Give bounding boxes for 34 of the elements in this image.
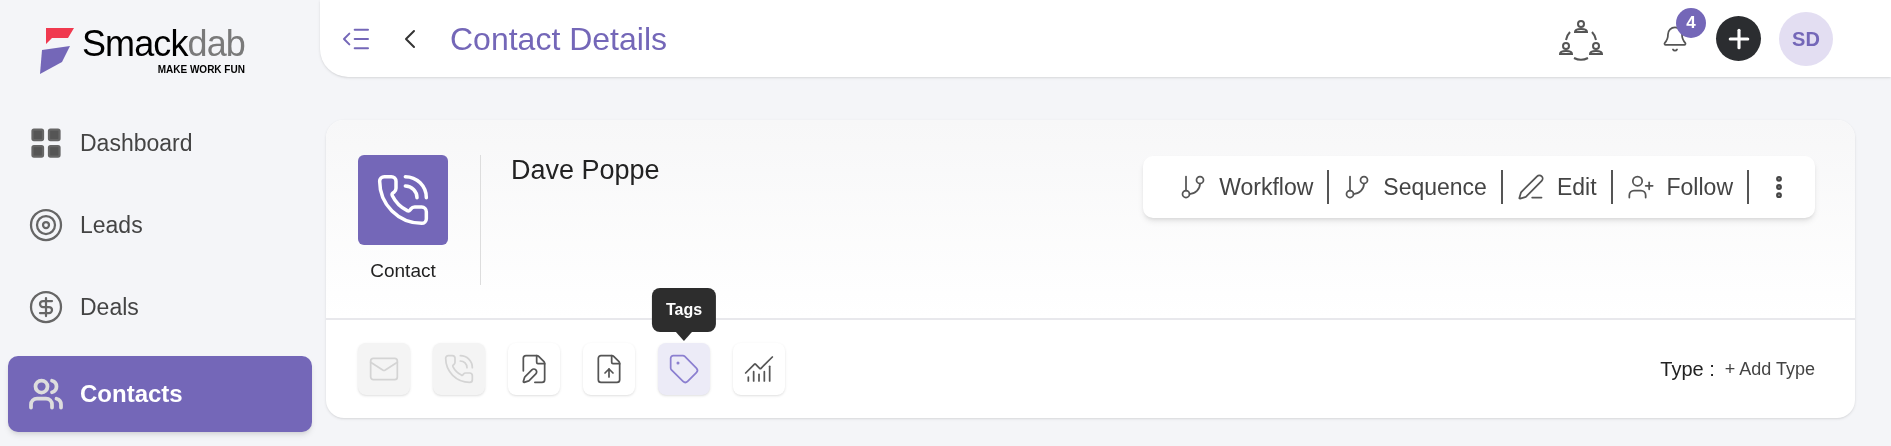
sidebar-item[interactable]: Leads [8,192,312,258]
add-type-link[interactable]: + Add Type [1724,355,1815,383]
phone-icon [443,353,475,385]
people-icon [28,376,64,412]
logo-tagline: MAKE WORK FUN [157,62,245,77]
type-label: Type : [1660,357,1715,382]
page-title: Contact Details [450,19,667,59]
tags-button[interactable] [658,343,710,395]
action-button[interactable]: Follow [1612,169,1747,205]
user-plus-icon [1626,173,1655,201]
action-button[interactable]: Workflow [1165,169,1328,205]
target-icon [28,207,64,243]
action-button[interactable]: Edit [1502,169,1611,205]
tag-icon [668,353,700,385]
notification-badge: 4 [1676,7,1706,38]
upload-button[interactable] [583,343,635,395]
dollar-icon [28,289,64,325]
logo-wordmark: Smackdab [82,25,245,62]
tooltip: Tags [651,288,717,341]
dashboard-icon [28,125,64,161]
record-type: Contact [370,259,436,283]
sidebar-item[interactable]: Deals [8,274,312,340]
chart-icon [743,353,775,385]
action-button[interactable]: Sequence [1329,169,1501,205]
pencil-icon [1516,173,1545,201]
report-button[interactable] [733,343,785,395]
logo-icon [38,28,74,74]
contact-name: Dave Poppe [511,154,660,187]
sidebar-item[interactable]: Contacts [8,356,312,432]
user-avatar[interactable]: SD [1779,11,1833,66]
add-button[interactable] [1716,16,1761,61]
phone-icon [375,172,431,228]
sidebar-item[interactable]: Dashboard [8,110,312,176]
note-button[interactable] [508,343,560,395]
